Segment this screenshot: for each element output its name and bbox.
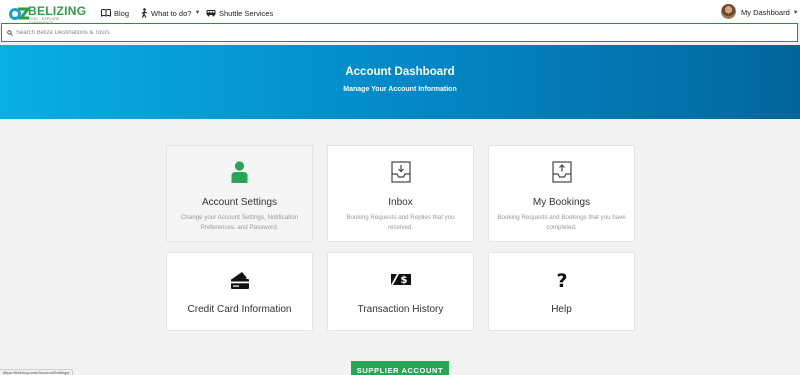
card-description: Booking Requests and Bookings that you h… <box>497 214 626 231</box>
nav-blog[interactable]: Blog <box>101 6 129 20</box>
help-card[interactable]: ? Help <box>488 252 635 331</box>
nav-shuttle-services[interactable]: Shuttle Services <box>206 6 273 20</box>
page-title: Account Dashboard <box>345 66 455 78</box>
my-bookings-card[interactable]: My Bookings Booking Requests and Booking… <box>488 145 635 242</box>
inbox-card[interactable]: Inbox Booking Requests and Replies that … <box>327 145 474 242</box>
question-icon: ? <box>556 270 567 290</box>
top-nav: BELIZING FIND · EXPLORE · EXPERIENCE Blo… <box>0 0 800 25</box>
book-icon <box>101 9 111 17</box>
nav-blog-label: Blog <box>114 8 130 18</box>
search-icon <box>7 29 13 36</box>
hiker-icon <box>141 8 148 18</box>
my-dashboard-label: My Dashboard <box>741 8 790 17</box>
status-bar-url: https://belizing.com/Account/Settings/ <box>0 369 74 375</box>
search-input[interactable] <box>16 29 756 36</box>
card-description: Booking Requests and Replies that you re… <box>346 214 455 231</box>
card-title: Help <box>551 304 572 315</box>
hero-banner: Account Dashboard Manage Your Account In… <box>0 45 800 119</box>
outbox-icon <box>551 161 572 183</box>
nav-shuttle-label: Shuttle Services <box>219 8 274 18</box>
transaction-history-card[interactable]: $ Transaction History <box>327 252 474 331</box>
card-title: Inbox <box>388 197 413 208</box>
logo-mark-icon <box>9 7 30 20</box>
inbox-icon <box>390 161 411 183</box>
card-title: Transaction History <box>357 304 444 315</box>
card-description: Change your Account Settings, Notificati… <box>180 214 299 231</box>
bus-icon <box>206 10 216 17</box>
nav-what-to-do-label: What to do? <box>151 8 192 18</box>
site-logo[interactable]: BELIZING FIND · EXPLORE · EXPERIENCE <box>8 3 87 25</box>
money-icon: $ <box>390 272 411 286</box>
my-dashboard-menu[interactable]: My Dashboard ▼ <box>741 8 799 17</box>
chevron-down-icon: ▼ <box>792 9 799 16</box>
credit-card-info-card[interactable]: Credit Card Information <box>166 252 313 331</box>
page-subtitle: Manage Your Account Information <box>343 86 457 93</box>
avatar[interactable] <box>721 4 736 19</box>
svg-text:$: $ <box>400 275 407 286</box>
card-title: Credit Card Information <box>187 304 292 315</box>
supplier-account-button[interactable]: SUPPLIER ACCOUNT <box>351 361 449 375</box>
card-title: Account Settings <box>201 197 278 208</box>
credit-card-icon <box>230 272 249 289</box>
search-bar <box>1 23 798 42</box>
svg-text:?: ? <box>556 270 567 290</box>
account-settings-card[interactable]: Account Settings Change your Account Set… <box>166 145 313 242</box>
user-icon <box>231 161 248 183</box>
card-title: My Bookings <box>532 197 591 208</box>
brand-name: BELIZING <box>28 4 87 18</box>
chevron-down-icon: ▼ <box>194 10 201 16</box>
nav-what-to-do[interactable]: What to do? ▼ <box>141 6 200 20</box>
